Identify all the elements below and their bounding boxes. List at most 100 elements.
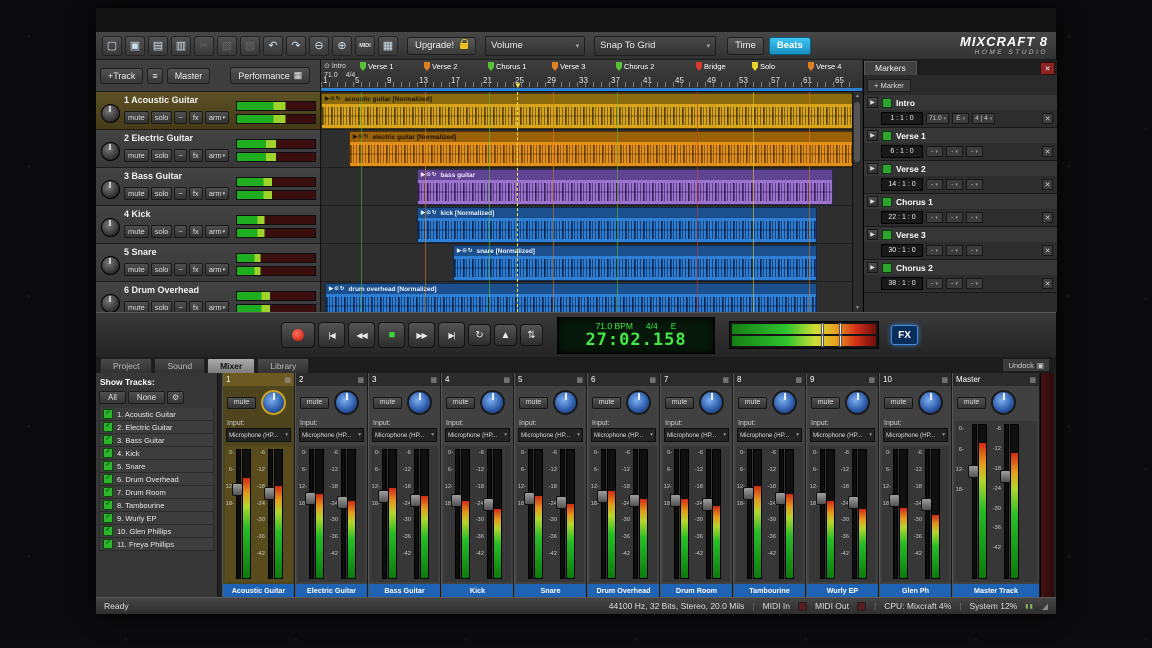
checkbox-icon[interactable]: ✓ bbox=[103, 448, 113, 458]
mute-button[interactable]: mute bbox=[811, 397, 840, 409]
resize-grip-icon[interactable]: ◢ bbox=[1042, 602, 1048, 611]
tab-project[interactable]: Project bbox=[100, 358, 152, 373]
pan-curve-icon[interactable]: ~ bbox=[174, 187, 186, 200]
fader-zone[interactable]: 0-6-12-18--6-12-18-24-30-36-42 bbox=[225, 446, 292, 582]
add-marker-button[interactable]: + Marker bbox=[867, 79, 911, 92]
meter-handle[interactable] bbox=[821, 323, 824, 335]
show-track-item[interactable]: ✓7. Drum Room bbox=[99, 486, 214, 499]
close-icon[interactable]: ✕ bbox=[1042, 113, 1053, 124]
mute-button[interactable]: mute bbox=[884, 397, 913, 409]
pan-knob[interactable] bbox=[101, 142, 120, 161]
fx-button[interactable]: fx bbox=[189, 149, 203, 162]
input-dropdown[interactable]: Microphone (HP...▾ bbox=[591, 428, 656, 442]
ruler-marker-flag[interactable]: Chorus 2 bbox=[616, 62, 654, 71]
mixer-strip[interactable]: 9▦muteInput:Microphone (HP...▾0-6-12-18-… bbox=[806, 373, 879, 597]
fx-button[interactable]: FX bbox=[891, 325, 918, 345]
marker-signature-field[interactable]: -▾ bbox=[966, 245, 983, 256]
volume-knob[interactable] bbox=[334, 390, 359, 415]
cut-icon[interactable]: ✂ bbox=[194, 36, 214, 56]
marker-row-title[interactable]: ▶Chorus 2 bbox=[864, 260, 1057, 275]
mixer-strip[interactable]: 8▦muteInput:Microphone (HP...▾0-6-12-18-… bbox=[733, 373, 806, 597]
marker-signature-field[interactable]: -▾ bbox=[966, 212, 983, 223]
show-track-item[interactable]: ✓3. Bass Guitar bbox=[99, 434, 214, 447]
metronome-button[interactable]: ▲ bbox=[494, 324, 517, 346]
mute-button[interactable]: mute bbox=[124, 111, 149, 124]
play-icon[interactable]: ▶ bbox=[867, 163, 878, 174]
volume-knob[interactable] bbox=[480, 390, 505, 415]
pan-curve-icon[interactable]: ~ bbox=[174, 301, 186, 312]
track-row[interactable]: 2 Electric Guitarmutesolo~fxarm▾ bbox=[96, 130, 320, 168]
solo-button[interactable]: solo bbox=[151, 225, 173, 238]
volume-knob[interactable] bbox=[918, 390, 943, 415]
mixer-strip[interactable]: 4▦muteInput:Microphone (HP...▾0-6-12-18-… bbox=[441, 373, 514, 597]
mute-button[interactable]: mute bbox=[373, 397, 402, 409]
rewind-button[interactable]: ◀◀ bbox=[348, 322, 375, 348]
pan-knob[interactable] bbox=[101, 294, 120, 312]
bpm-readout[interactable]: 71.0 BPM bbox=[596, 321, 633, 331]
show-track-item[interactable]: ✓6. Drum Overhead bbox=[99, 473, 214, 486]
volume-dropdown[interactable]: Volume ▾ bbox=[485, 36, 585, 56]
show-track-item[interactable]: ✓5. Snare bbox=[99, 460, 214, 473]
mute-button[interactable]: mute bbox=[665, 397, 694, 409]
pan-curve-icon[interactable]: ~ bbox=[174, 263, 186, 276]
automation-button[interactable]: ⇅ bbox=[520, 324, 543, 346]
mute-button[interactable]: mute bbox=[519, 397, 548, 409]
show-all-button[interactable]: All bbox=[99, 391, 126, 404]
playhead[interactable] bbox=[517, 92, 518, 312]
scrollbar-thumb[interactable] bbox=[854, 102, 860, 162]
fx-button[interactable]: fx bbox=[189, 225, 203, 238]
track-row[interactable]: 4 Kickmutesolo~fxarm▾ bbox=[96, 206, 320, 244]
redo-icon[interactable]: ↷ bbox=[286, 36, 306, 56]
arm-button[interactable]: arm▾ bbox=[205, 225, 229, 238]
fader-zone[interactable]: 0-6-12-18--6-12-18-24-30-36-42 bbox=[298, 446, 365, 582]
play-icon[interactable]: ▶ bbox=[867, 196, 878, 207]
fader-zone[interactable]: 0-6-12-18--6-12-18-24-30-36-42 bbox=[663, 446, 730, 582]
paste-icon[interactable]: ▨ bbox=[240, 36, 260, 56]
track-row[interactable]: 6 Drum Overheadmutesolo~fxarm▾ bbox=[96, 282, 320, 312]
timeline-ruler[interactable]: ⊙ Intro 71.0 4/4 Verse 1Verse 2Chorus 1V… bbox=[321, 60, 862, 92]
playhead-caret-icon[interactable]: ▼ bbox=[514, 82, 522, 90]
mute-button[interactable]: mute bbox=[124, 187, 149, 200]
zoom-out-icon[interactable]: ⊖ bbox=[309, 36, 329, 56]
audio-clip[interactable]: ▶⊙↻acoustic guitar [Normalized] bbox=[321, 93, 853, 129]
record-button[interactable] bbox=[281, 322, 315, 348]
pan-knob[interactable] bbox=[101, 218, 120, 237]
marker-time-field[interactable]: 14 : 1 : 0 bbox=[881, 178, 923, 191]
pan-curve-icon[interactable]: ~ bbox=[174, 111, 186, 124]
loop-button[interactable]: ↻ bbox=[468, 324, 491, 346]
ruler-marker-flag[interactable]: Verse 1 bbox=[360, 62, 393, 71]
fader-zone[interactable]: 0-6-12-18--6-12-18-24-30-36-42 bbox=[444, 446, 511, 582]
fx-button[interactable]: fx bbox=[189, 263, 203, 276]
input-dropdown[interactable]: Microphone (HP...▾ bbox=[883, 428, 948, 442]
marker-row-title[interactable]: ▶Verse 1 bbox=[864, 128, 1057, 143]
marker-key-field[interactable]: -▾ bbox=[946, 278, 963, 289]
clip-header[interactable]: ▶⊙↻bass guitar bbox=[418, 170, 832, 180]
go-to-start-button[interactable]: |◀ bbox=[318, 322, 345, 348]
show-track-item[interactable]: ✓9. Wurly EP bbox=[99, 512, 214, 525]
stop-button[interactable]: ■ bbox=[378, 322, 405, 348]
ruler-marker-flag[interactable]: Bridge bbox=[696, 62, 726, 71]
pan-knob[interactable] bbox=[101, 256, 120, 275]
mute-button[interactable]: mute bbox=[124, 263, 149, 276]
mixer-strip[interactable]: 1▦muteInput:Microphone (HP...▾0-6-12-18-… bbox=[222, 373, 295, 597]
track-menu-icon[interactable]: ≡ bbox=[147, 68, 162, 84]
grid-icon[interactable]: ▦ bbox=[378, 36, 398, 56]
fx-button[interactable]: fx bbox=[189, 301, 203, 312]
mute-button[interactable]: mute bbox=[227, 397, 256, 409]
pan-curve-icon[interactable]: ~ bbox=[174, 225, 186, 238]
fader-zone[interactable]: 0-6-12-18--6-12-18-24-30-36-42 bbox=[736, 446, 803, 582]
mixer-strip[interactable]: 3▦muteInput:Microphone (HP...▾0-6-12-18-… bbox=[368, 373, 441, 597]
fader-zone[interactable]: 0-6-12-18--6-12-18-24-30-36-42 bbox=[809, 446, 876, 582]
mixer-scroll-strip[interactable] bbox=[1040, 373, 1054, 597]
clip-area[interactable]: ▶⊙↻acoustic guitar [Normalized]▶⊙↻electr… bbox=[321, 92, 853, 312]
marker-time-field[interactable]: 1 : 1 : 0 bbox=[881, 112, 923, 125]
marker-bpm-field[interactable]: 71.0▾ bbox=[926, 113, 949, 124]
mute-button[interactable]: mute bbox=[957, 397, 986, 409]
checkbox-icon[interactable]: ✓ bbox=[103, 500, 113, 510]
time-mode-button[interactable]: Time bbox=[727, 37, 764, 55]
marker-signature-field[interactable]: -▾ bbox=[966, 278, 983, 289]
marker-bpm-field[interactable]: -▾ bbox=[926, 278, 943, 289]
close-icon[interactable]: ✕ bbox=[1042, 245, 1053, 256]
ruler-marker-flag[interactable]: Chorus 1 bbox=[488, 62, 526, 71]
mixer-strip[interactable]: 6▦muteInput:Microphone (HP...▾0-6-12-18-… bbox=[587, 373, 660, 597]
